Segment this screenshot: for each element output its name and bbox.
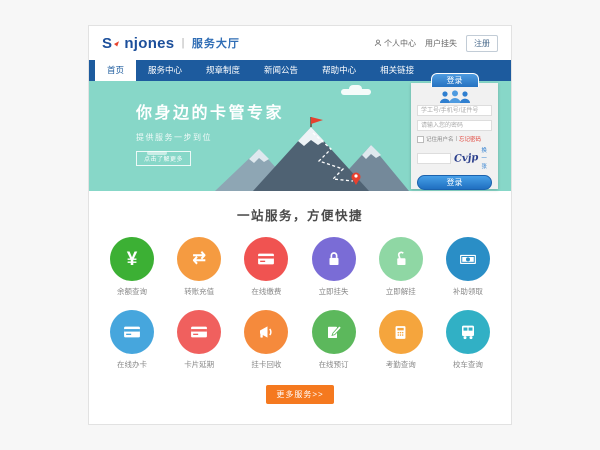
- more-services-wrap: 更多服务>>: [89, 384, 511, 404]
- nav-item-2[interactable]: 规章制度: [194, 60, 252, 81]
- service-item-2[interactable]: 在线缴费: [243, 237, 289, 297]
- services-row-1: ¥ 余额查询 ⇄ 转账充值 在线缴费 立即挂失 立即解挂 补助领取: [89, 237, 511, 297]
- announcements-title: 活动公告，随时知晓: [89, 421, 511, 425]
- more-services-button[interactable]: 更多服务>>: [266, 385, 333, 404]
- services-title: 一站服务，方便快捷: [89, 205, 511, 224]
- card-icon: [244, 237, 288, 281]
- banknote-icon: [446, 237, 490, 281]
- service-label: 转账充值: [176, 286, 222, 297]
- card-icon: [110, 310, 154, 354]
- service-label: 立即挂失: [311, 286, 357, 297]
- service-item-6[interactable]: 在线办卡: [109, 310, 155, 370]
- transfer-icon: ⇄: [177, 237, 221, 281]
- logo-divider: |: [181, 37, 184, 49]
- hero-subtitle: 提供服务一步到位: [136, 132, 284, 143]
- separator: |: [456, 136, 457, 142]
- service-item-9[interactable]: 在线预订: [311, 310, 357, 370]
- services-row-2: 在线办卡 卡片延期 挂卡回收 在线预订 考勤查询 校车查询: [89, 310, 511, 370]
- service-item-4[interactable]: 立即解挂: [378, 237, 424, 297]
- top-bar: S njones | 服务大厅 个人中心 用户挂失 注册: [89, 26, 511, 60]
- service-item-8[interactable]: 挂卡回收: [243, 310, 289, 370]
- hero-title: 你身边的卡管专家: [136, 99, 284, 123]
- service-item-7[interactable]: 卡片延期: [176, 310, 222, 370]
- service-label: 在线预订: [311, 359, 357, 370]
- service-item-10[interactable]: 考勤查询: [378, 310, 424, 370]
- remember-label: 记住用户名: [426, 135, 454, 143]
- service-item-5[interactable]: 补助领取: [445, 237, 491, 297]
- service-label: 在线办卡: [109, 359, 155, 370]
- personal-center-link[interactable]: 个人中心: [374, 38, 416, 49]
- logo-arrow-icon: [113, 35, 123, 52]
- remember-row: 记住用户名 | 忘记密码: [417, 135, 492, 143]
- forgot-password-link[interactable]: 忘记密码: [459, 135, 481, 143]
- card-icon: [177, 310, 221, 354]
- nav-item-0[interactable]: 首页: [95, 60, 136, 81]
- person-icon: [374, 39, 382, 47]
- captcha-input[interactable]: [417, 153, 451, 164]
- page: S njones | 服务大厅 个人中心 用户挂失 注册 首页服务中心规章制度新…: [88, 25, 512, 425]
- logo[interactable]: S njones | 服务大厅: [102, 35, 240, 52]
- logo-text-start: S: [102, 35, 112, 52]
- logo-text-end: njones: [124, 35, 174, 52]
- nav-item-4[interactable]: 帮助中心: [310, 60, 368, 81]
- service-label: 立即解挂: [378, 286, 424, 297]
- lock-icon: [312, 237, 356, 281]
- top-right-links: 个人中心 用户挂失 注册: [374, 35, 498, 52]
- login-tab[interactable]: 登录: [431, 73, 479, 87]
- users-icon: [417, 90, 492, 105]
- remember-checkbox[interactable]: [417, 136, 424, 143]
- service-label: 校车查询: [445, 359, 491, 370]
- service-label: 补助领取: [445, 286, 491, 297]
- service-item-3[interactable]: 立即挂失: [311, 237, 357, 297]
- bus-icon: [446, 310, 490, 354]
- service-label: 考勤查询: [378, 359, 424, 370]
- register-button[interactable]: 注册: [466, 35, 498, 52]
- captcha-image: Cvjp: [454, 152, 479, 165]
- service-label: 卡片延期: [176, 359, 222, 370]
- login-submit-button[interactable]: 登录: [417, 175, 492, 190]
- nav-item-5[interactable]: 相关链接: [368, 60, 426, 81]
- service-label: 在线缴费: [243, 286, 289, 297]
- service-item-1[interactable]: ⇄ 转账充值: [176, 237, 222, 297]
- login-panel: 登录 记住用户名 | 忘记密码 Cvjp 换一张 登录: [411, 83, 498, 189]
- service-label: 挂卡回收: [243, 359, 289, 370]
- service-label: 余额查询: [109, 286, 155, 297]
- captcha-row: Cvjp 换一张: [417, 146, 492, 170]
- pencil-icon: [312, 310, 356, 354]
- nav-item-1[interactable]: 服务中心: [136, 60, 194, 81]
- unlock-icon: [379, 237, 423, 281]
- username-input[interactable]: [417, 105, 492, 116]
- service-item-0[interactable]: ¥ 余额查询: [109, 237, 155, 297]
- hero-copy: 你身边的卡管专家 提供服务一步到位 点击了解更多: [136, 99, 284, 166]
- services-section: 一站服务，方便快捷 ¥ 余额查询 ⇄ 转账充值 在线缴费 立即挂失 立即解挂 补助领取 在线办…: [89, 191, 511, 404]
- nav-item-3[interactable]: 新闻公告: [252, 60, 310, 81]
- megaphone-icon: [244, 310, 288, 354]
- captcha-refresh-link[interactable]: 换一张: [481, 146, 492, 170]
- password-input[interactable]: [417, 120, 492, 131]
- cloud-icon: [341, 89, 371, 95]
- calculator-icon: [379, 310, 423, 354]
- yuan-icon: ¥: [110, 237, 154, 281]
- logo-suffix: 服务大厅: [192, 35, 240, 51]
- user-loss-report-link[interactable]: 用户挂失: [425, 38, 457, 49]
- hero-cta-button[interactable]: 点击了解更多: [136, 151, 191, 166]
- announcements-section: 活动公告，随时知晓 使用指南 最新公告 更多>> 使用指南 更多>>: [89, 421, 511, 425]
- service-item-11[interactable]: 校车查询: [445, 310, 491, 370]
